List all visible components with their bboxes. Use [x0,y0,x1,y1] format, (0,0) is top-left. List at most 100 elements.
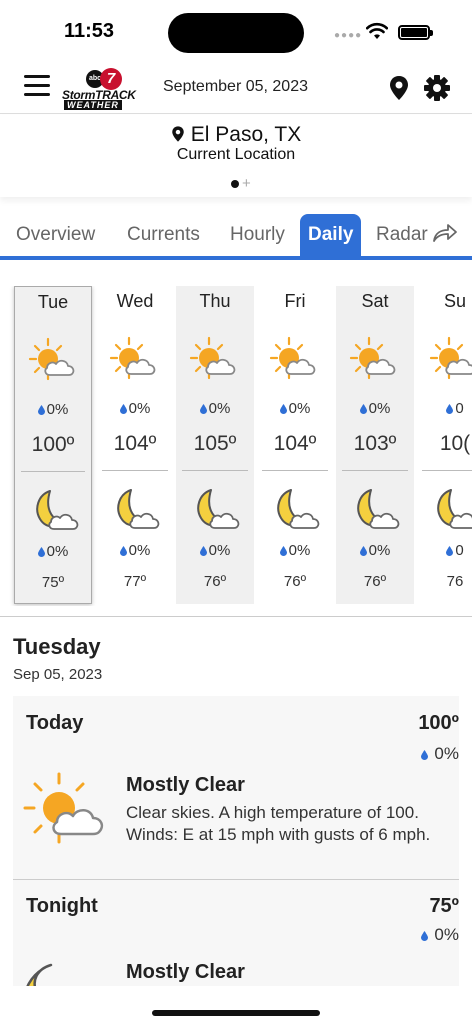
divider [182,470,248,471]
day-precip-value: 0% [288,400,311,417]
period-temp: 100º [418,712,459,734]
tab-overview[interactable]: Overview [8,214,103,256]
period-precip-value: 0% [434,925,459,944]
logo-subtext: WEATHER [64,100,122,110]
day-precip-value: 0% [46,401,69,418]
moon-cloud-icon [349,486,401,539]
raindrop-icon [279,404,287,414]
raindrop-icon [359,546,367,556]
detail-date: Sep 05, 2023 [13,666,103,683]
app-header: abc 7 StormTRACK WEATHER September 05, 2… [0,62,472,114]
day-precip: 0 [416,400,472,417]
day-name: Su [443,291,467,311]
day-name: Thu [199,291,231,311]
tab-hourly[interactable]: Hourly [222,214,293,256]
day-low-temp: 77º [123,573,147,590]
day-high-temp: 103º [353,432,397,455]
location-name: El Paso, TX [190,123,302,146]
location-title[interactable]: El Paso, TX [0,123,472,147]
detail-header: Tuesday Sep 05, 2023 [13,634,102,683]
page-indicator[interactable]: + [231,175,251,193]
detail-day-name: Tuesday [13,634,101,659]
divider [262,470,328,471]
tab-bar: Overview Currents Hourly Daily Radar [0,214,472,260]
day-column-tue[interactable]: Tue 0% 100º 0% 75º [14,286,92,604]
gear-icon[interactable] [423,74,451,102]
day-high-temp: 104º [113,432,157,455]
day-low-temp: 76º [363,573,387,590]
day-column-thu[interactable]: Thu 0% 105º 0% 76º [176,286,254,604]
detail-panel: Today 100º 0% Mostly Clear Clear skies. … [13,696,459,996]
tab-radar[interactable]: Radar [368,214,466,256]
period-description: Clear skies. A high temperature of 100. … [126,803,431,844]
day-precip: 0% [96,400,174,417]
day-low-temp: 76º [283,573,307,590]
tab-currents[interactable]: Currents [119,214,208,256]
moon-cloud-icon [28,487,80,540]
day-column-wed[interactable]: Wed 0% 104º 0% 77º [96,286,174,604]
location-subtitle: Current Location [176,146,296,163]
day-column-sat[interactable]: Sat 0% 103º 0% 76º [336,286,414,604]
night-precip-value: 0 [455,542,464,559]
location-pin-icon[interactable] [388,75,410,101]
day-precip: 0% [256,400,334,417]
partly-sunny-icon [23,772,104,844]
night-precip: 0% [256,542,334,559]
day-column-su[interactable]: Su 0 10(0 76 [416,286,472,604]
night-precip: 0% [15,543,91,560]
raindrop-icon [119,404,127,414]
night-precip: 0 [416,542,472,559]
partly-sunny-icon [269,336,321,389]
divider [13,879,459,880]
day-low-temp: 76º [203,573,227,590]
period-name: Today [26,712,84,734]
divider [422,470,472,471]
location-pin-icon [172,126,184,142]
signal-dots-icon: ●●●● [334,30,363,41]
day-precip-value: 0% [368,400,391,417]
raindrop-icon [199,404,207,414]
divider [342,470,408,471]
moon-cloud-icon [109,486,161,539]
day-high-temp: 10( [439,432,471,455]
day-column-fri[interactable]: Fri 0% 104º 0% 76º [256,286,334,604]
raindrop-icon [446,546,454,556]
night-precip-value: 0% [288,542,311,559]
stormtrack-logo: abc 7 StormTRACK WEATHER [62,68,148,110]
night-precip-value: 0% [208,542,231,559]
night-precip-value: 0% [368,542,391,559]
raindrop-icon [359,404,367,414]
day-name: Tue [37,292,69,312]
add-location-icon[interactable]: + [242,176,251,191]
divider [0,616,472,617]
day-low-temp: 75º [41,574,65,591]
battery-icon [398,25,433,40]
raindrop-icon [37,405,45,415]
tab-daily[interactable]: Daily [300,214,361,256]
period-precip: 0% [420,744,459,764]
day-precip: 0% [336,400,414,417]
partly-sunny-icon [109,336,161,389]
day-precip-value: 0% [128,400,151,417]
raindrop-icon [37,547,45,557]
period-temp: 75º [429,895,459,917]
night-precip-value: 0% [128,542,151,559]
divider [21,471,85,472]
bottom-safe-area [0,986,472,1024]
moon-cloud-icon [269,486,321,539]
partly-sunny-icon [189,336,241,389]
day-name: Fri [284,291,306,311]
day-name: Sat [361,291,389,311]
moon-cloud-icon [189,486,241,539]
day-high-temp: 104º [273,432,317,455]
raindrop-icon [420,750,428,760]
menu-icon[interactable] [24,75,50,97]
daily-forecast-scroller[interactable]: Tue 0% 100º 0% 75º Wed 0% 104º 0% 77º Thu 0% 105º 0% 7… [0,286,472,606]
day-high-temp: 100º [31,433,75,456]
wifi-icon [366,22,388,39]
tab-radar-label: Radar [376,224,428,245]
raindrop-icon [446,404,454,414]
day-precip: 0% [15,401,91,418]
home-indicator[interactable] [152,1010,320,1016]
period-precip: 0% [420,925,459,945]
